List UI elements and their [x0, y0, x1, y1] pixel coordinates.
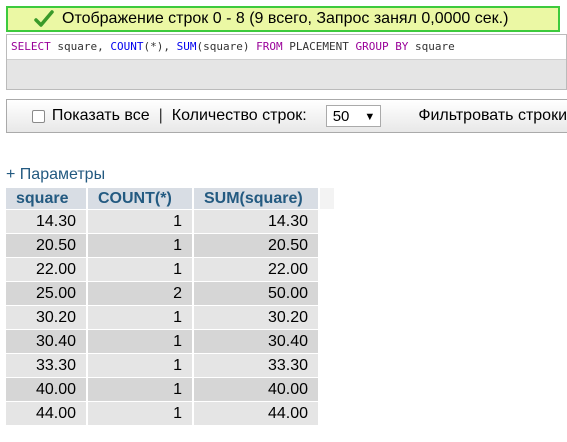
column-header-count[interactable]: COUNT(*)	[88, 188, 192, 209]
cell-sum[interactable]: 33.30	[194, 354, 318, 377]
success-text: Отображение строк 0 - 8 (9 всего, Запрос…	[62, 10, 509, 27]
column-header-sum[interactable]: SUM(square)	[194, 188, 318, 209]
cell-count[interactable]: 1	[88, 234, 192, 257]
cell-count[interactable]: 1	[88, 306, 192, 329]
cell-sum[interactable]: 50.00	[194, 282, 318, 305]
sql-query[interactable]: SELECT square, COUNT(*), SUM(square) FRO…	[7, 35, 566, 59]
sql-text: (*),	[143, 40, 177, 53]
cell-square[interactable]: 14.30	[6, 210, 86, 233]
results-table: square COUNT(*) SUM(square) 14.30 1 14.3…	[4, 187, 336, 426]
table-row: 40.00 1 40.00	[6, 378, 334, 401]
sql-text: square	[408, 40, 455, 53]
cell-count[interactable]: 1	[88, 402, 192, 425]
success-message: Отображение строк 0 - 8 (9 всего, Запрос…	[6, 6, 560, 32]
cell-sum[interactable]: 14.30	[194, 210, 318, 233]
dropdown-arrow-icon: ▼	[364, 111, 376, 123]
cell-square[interactable]: 33.30	[6, 354, 86, 377]
table-row: 25.00 2 50.00	[6, 282, 334, 305]
sql-keyword-select: SELECT	[11, 40, 51, 53]
row-count-value: 50	[332, 107, 350, 125]
sql-text: square,	[50, 40, 111, 53]
cell-count[interactable]: 1	[88, 258, 192, 281]
table-row: 33.30 1 33.30	[6, 354, 334, 377]
navigation-controls: Показать все | Количество строк: 50 ▼ Фи…	[6, 99, 567, 133]
table-row: 44.00 1 44.00	[6, 402, 334, 425]
sql-function-sum[interactable]: SUM	[177, 40, 197, 53]
header-filler	[320, 188, 334, 209]
cell-square[interactable]: 22.00	[6, 258, 86, 281]
table-row: 22.00 1 22.00	[6, 258, 334, 281]
sql-function-count[interactable]: COUNT	[110, 40, 143, 53]
show-all-checkbox[interactable]	[32, 109, 45, 123]
divider: |	[158, 107, 163, 124]
sql-text: PLACEMENT	[282, 40, 356, 53]
cell-sum[interactable]: 22.00	[194, 258, 318, 281]
cell-square[interactable]: 20.50	[6, 234, 86, 257]
cell-count[interactable]: 1	[88, 354, 192, 377]
sql-text: (square)	[196, 40, 257, 53]
cell-square[interactable]: 30.40	[6, 330, 86, 353]
cell-square[interactable]: 44.00	[6, 402, 86, 425]
table-row: 14.30 1 14.30	[6, 210, 334, 233]
cell-count[interactable]: 2	[88, 282, 192, 305]
cell-sum[interactable]: 30.20	[194, 306, 318, 329]
sql-query-box: SELECT square, COUNT(*), SUM(square) FRO…	[6, 34, 567, 90]
cell-count[interactable]: 1	[88, 378, 192, 401]
cell-square[interactable]: 30.20	[6, 306, 86, 329]
table-row: 30.20 1 30.20	[6, 306, 334, 329]
sql-divider	[7, 59, 566, 60]
row-count-label: Количество строк:	[171, 107, 307, 124]
cell-sum[interactable]: 20.50	[194, 234, 318, 257]
cell-count[interactable]: 1	[88, 330, 192, 353]
table-row: 20.50 1 20.50	[6, 234, 334, 257]
cell-sum[interactable]: 44.00	[194, 402, 318, 425]
column-header-square[interactable]: square	[6, 188, 86, 209]
cell-square[interactable]: 25.00	[6, 282, 86, 305]
table-row: 30.40 1 30.40	[6, 330, 334, 353]
cell-sum[interactable]: 30.40	[194, 330, 318, 353]
sql-keyword-from: FROM	[256, 40, 283, 53]
sql-keyword-groupby: GROUP BY	[355, 40, 409, 53]
cell-square[interactable]: 40.00	[6, 378, 86, 401]
parameters-link[interactable]: + Параметры	[6, 166, 105, 184]
row-count-select[interactable]: 50 ▼	[325, 105, 382, 127]
show-all-label[interactable]: Показать все	[52, 107, 150, 125]
filter-rows-label: Фильтровать строки	[418, 107, 567, 124]
cell-sum[interactable]: 40.00	[194, 378, 318, 401]
check-icon	[34, 10, 54, 27]
cell-count[interactable]: 1	[88, 210, 192, 233]
